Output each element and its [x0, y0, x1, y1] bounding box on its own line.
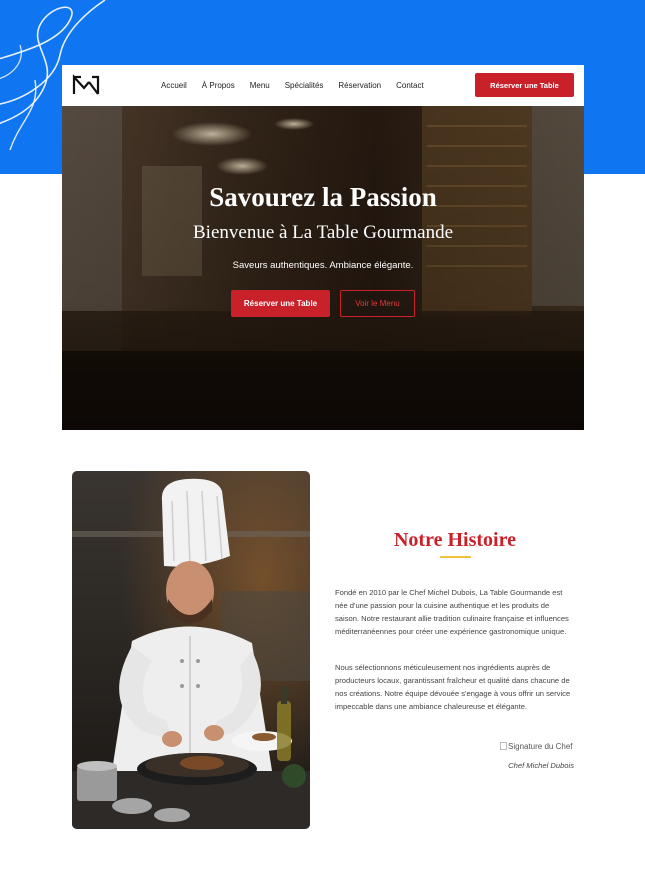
- title-underline: [440, 556, 471, 558]
- nav-link-contact[interactable]: Contact: [396, 81, 424, 90]
- nav-links: Accueil À Propos Menu Spécialités Réserv…: [161, 65, 439, 106]
- hero-content: Savourez la Passion Bienvenue à La Table…: [62, 106, 584, 430]
- broken-image-icon: [500, 742, 507, 750]
- nav-link-a-propos[interactable]: À Propos: [202, 81, 235, 90]
- nav-link-accueil[interactable]: Accueil: [161, 81, 187, 90]
- hero-menu-button[interactable]: Voir le Menu: [340, 290, 415, 317]
- about-title: Notre Histoire: [393, 529, 516, 551]
- top-navbar: Accueil À Propos Menu Spécialités Réserv…: [62, 65, 584, 106]
- hero-reserve-button[interactable]: Réserver une Table: [231, 290, 330, 317]
- hero-tagline: Saveurs authentiques. Ambiance élégante.: [232, 260, 414, 271]
- nav-reserve-button[interactable]: Réserver une Table: [475, 73, 574, 97]
- chef-cooking-photo: [72, 471, 310, 829]
- about-paragraph-2: Nous sélectionnons méticuleusement nos i…: [335, 663, 571, 711]
- about-section: Notre Histoire Fondé en 2010 par le Chef…: [0, 450, 645, 886]
- hero-section: Savourez la Passion Bienvenue à La Table…: [62, 106, 584, 430]
- chef-name: Chef Michel Dubois: [508, 761, 574, 770]
- signature-image: Signature du Chef: [500, 742, 573, 751]
- monogram-logo-icon[interactable]: [72, 74, 100, 96]
- nav-link-specialites[interactable]: Spécialités: [285, 81, 324, 90]
- website-frame: Accueil À Propos Menu Spécialités Réserv…: [62, 65, 584, 430]
- about-paragraph-1: Fondé en 2010 par le Chef Michel Dubois,…: [335, 588, 569, 636]
- hero-title: Savourez la Passion: [209, 182, 437, 212]
- nav-link-menu[interactable]: Menu: [250, 81, 270, 90]
- hero-subtitle: Bienvenue à La Table Gourmande: [193, 222, 453, 243]
- signature-alt-text: Signature du Chef: [508, 742, 573, 751]
- nav-link-reservation[interactable]: Réservation: [338, 81, 381, 90]
